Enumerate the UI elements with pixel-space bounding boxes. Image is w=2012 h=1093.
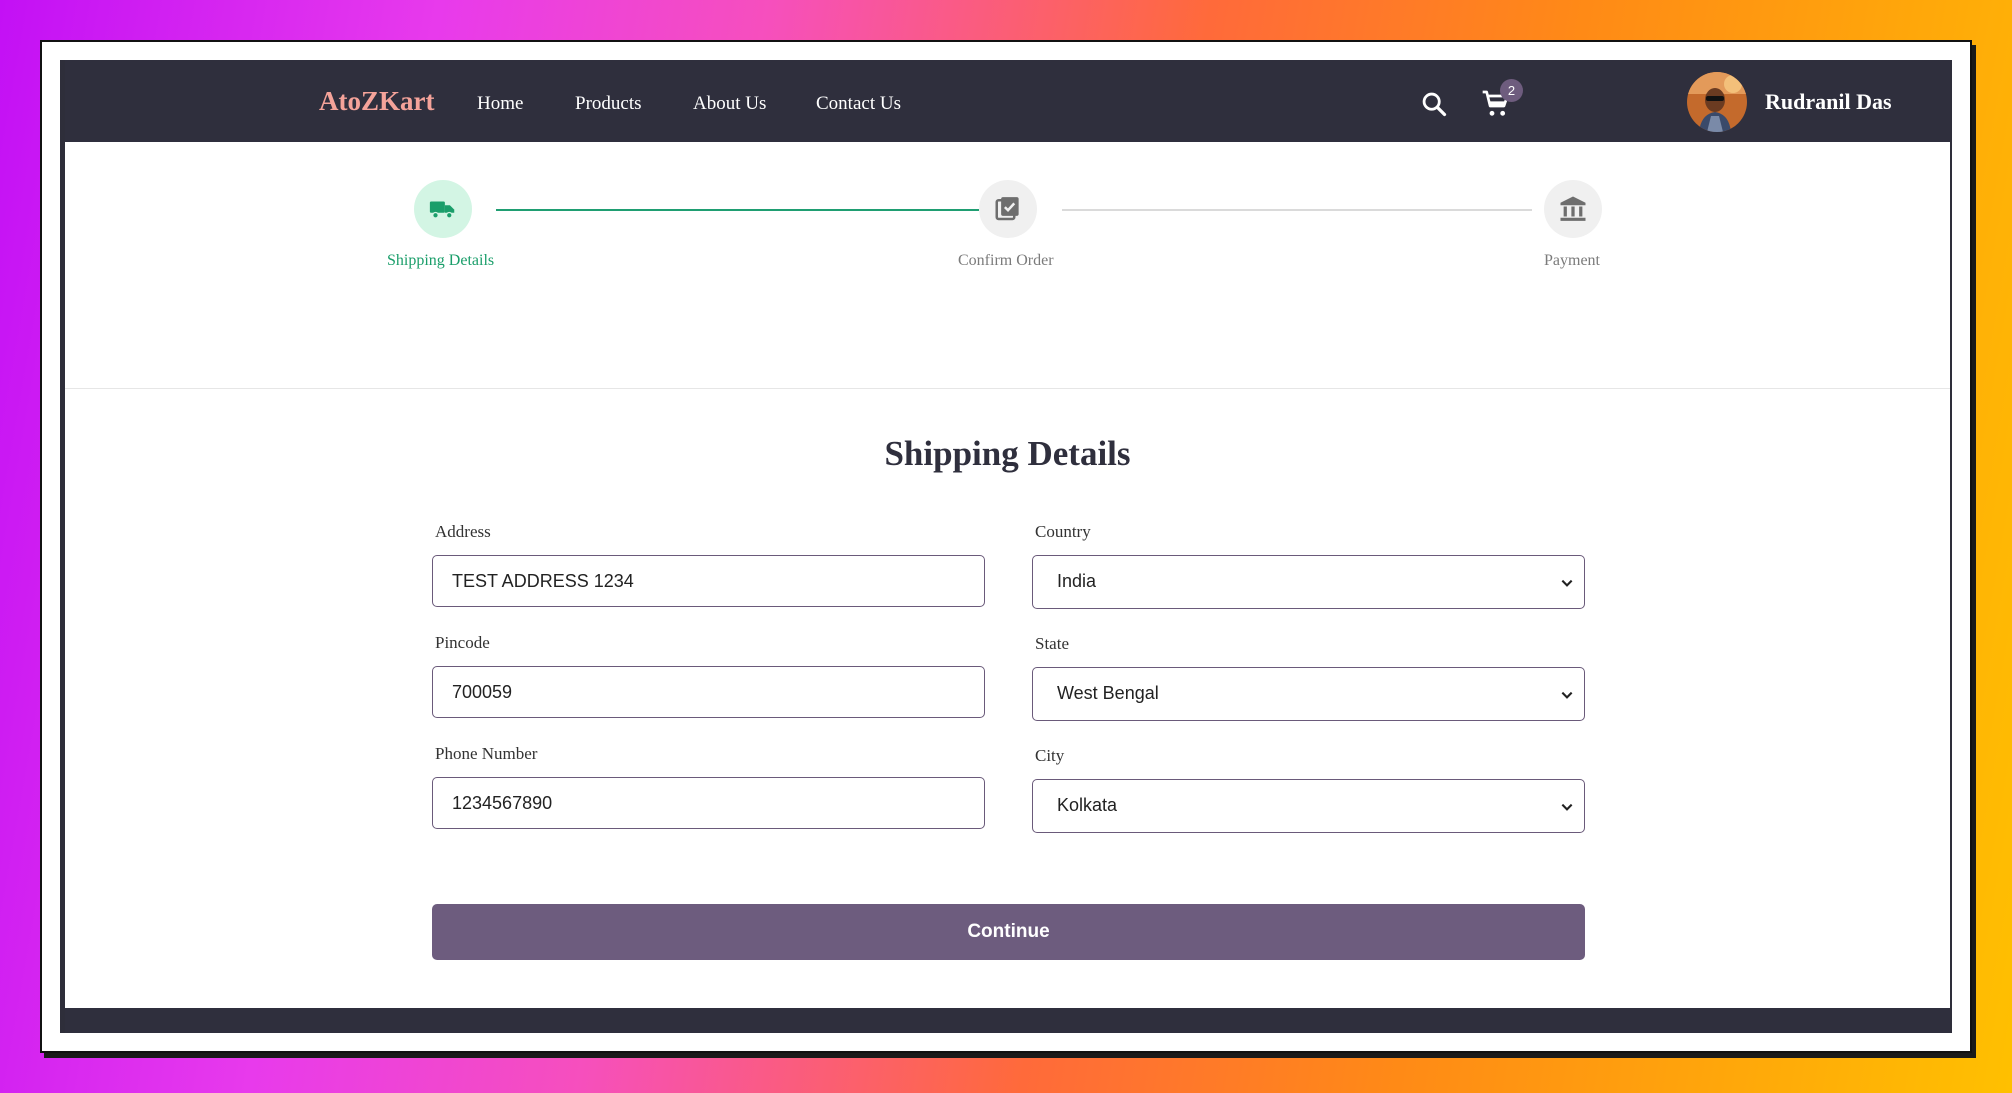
step-connector-2 [1062, 209, 1532, 211]
phone-field[interactable] [432, 777, 985, 829]
nav-products-link[interactable]: Products [575, 93, 642, 115]
country-label: Country [1035, 522, 1091, 541]
phone-label: Phone Number [435, 744, 538, 763]
city-value: Kolkata [1057, 795, 1118, 815]
state-value: West Bengal [1057, 683, 1159, 703]
nav-home-link[interactable]: Home [477, 93, 523, 115]
step-confirm-order [979, 180, 1037, 238]
bank-icon [1560, 196, 1586, 221]
address-field[interactable] [432, 555, 985, 607]
step-label-shipping: Shipping Details [387, 252, 495, 269]
pincode-label: Pincode [435, 633, 490, 652]
user-avatar[interactable] [1687, 72, 1747, 132]
pincode-field[interactable] [432, 666, 985, 718]
step-shipping [414, 180, 472, 238]
footer-bar [65, 1008, 1950, 1033]
continue-button[interactable]: Continue [432, 904, 1585, 960]
cart-count-badge: 2 [1500, 79, 1523, 102]
chevron-down-icon [1561, 579, 1573, 587]
checkout-stepper: Shipping Details Confirm Order Payment [65, 142, 1950, 389]
avatar-image [1687, 72, 1747, 132]
brand-logo[interactable]: AtoZKart [319, 86, 434, 117]
step-label-confirm-order: Confirm Order [958, 252, 1054, 269]
truck-icon [429, 201, 455, 219]
top-navbar: AtoZKart Home Products About Us Contact … [65, 60, 1950, 142]
search-icon[interactable] [1420, 90, 1448, 118]
checklist-icon [995, 197, 1019, 221]
nav-about-link[interactable]: About Us [693, 93, 766, 115]
step-payment [1544, 180, 1602, 238]
country-select[interactable]: India [1032, 555, 1585, 609]
app-window: AtoZKart Home Products About Us Contact … [60, 60, 1952, 1033]
chevron-down-icon [1561, 803, 1573, 811]
state-select[interactable]: West Bengal [1032, 667, 1585, 721]
step-label-payment: Payment [1544, 252, 1600, 269]
page-title: Shipping Details [884, 434, 1131, 473]
nav-contact-link[interactable]: Contact Us [816, 93, 901, 115]
address-label: Address [435, 522, 491, 541]
city-label: City [1035, 746, 1065, 765]
user-name[interactable]: Rudranil Das [1765, 89, 1892, 115]
state-label: State [1035, 634, 1069, 653]
country-value: India [1057, 571, 1097, 591]
city-select[interactable]: Kolkata [1032, 779, 1585, 833]
chevron-down-icon [1561, 691, 1573, 699]
step-connector-1 [496, 209, 979, 211]
